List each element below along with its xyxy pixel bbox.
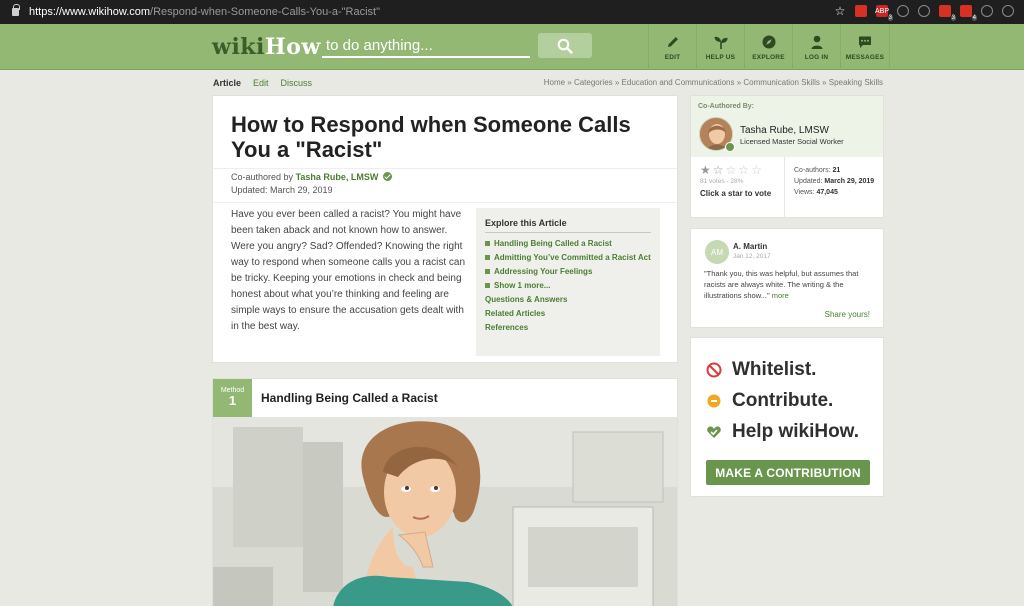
url-field[interactable]: https://www.wikihow.com/Respond-when-Som… [29,6,380,18]
nav-log-in[interactable]: LOG IN [792,24,840,70]
nav-edit[interactable]: EDIT [648,24,696,70]
search-button[interactable] [538,33,592,58]
author-link[interactable]: Tasha Rube, LMSW [296,172,379,182]
reviewer-name: A. Martin [733,242,768,251]
reviewer-avatar: AM [705,240,729,264]
divider [213,168,677,169]
article-tabs: Article Edit Discuss [213,78,312,88]
star-icon[interactable]: ☆ [751,164,762,176]
method-section: Method 1 Handling Being Called a Racist [212,378,678,606]
article-stats: Co-authors: 21 Updated: March 29, 2019 V… [794,167,875,196]
star-icon[interactable]: ☆ [738,164,749,176]
abp-icon[interactable]: ABP 3 [875,5,893,21]
explore-item[interactable]: Admitting You’ve Committed a Racist Act [485,252,651,263]
url-path: /Respond-when-Someone-Calls-You-a-"Racis… [150,6,380,18]
explore-item[interactable]: Handling Being Called a Racist [485,238,651,249]
star-icon[interactable]: ★ [700,164,711,176]
explore-show-more[interactable]: Show 1 more... [485,280,651,291]
method-illustration [213,417,677,606]
star-icon[interactable]: ☆ [726,164,737,176]
bullet-square-icon [485,269,490,274]
divider [213,202,677,203]
intro-paragraph: Have you ever been called a racist? You … [231,209,466,332]
camera-icon[interactable] [981,5,993,17]
extension-badge-icon[interactable]: 3 [939,5,956,21]
extension-toolbar: ☆ ABP 3 3 4 [834,4,1014,21]
promo-whitelist: Whitelist. [732,359,817,380]
pocket-icon[interactable] [897,5,909,17]
updated-date: Updated: March 29, 2019 [231,185,333,195]
compass-explore-icon [762,35,775,48]
breadcrumb[interactable]: Home » Categories » Education and Commun… [544,78,883,87]
coauthor-byline: Co-authored by Tasha Rube, LMSW [231,172,392,182]
contribution-promo: Whitelist. Contribute. Help wikiHow. MAK… [690,337,884,497]
heart-check-icon [707,426,721,438]
star-icon[interactable]: ☆ [713,164,724,176]
user-login-icon [811,35,822,49]
nav-messages[interactable]: MESSAGES [840,24,890,70]
method-title: Handling Being Called a Racist [261,391,438,405]
explore-link-references[interactable]: References [485,322,651,333]
explore-title: Explore this Article [485,218,651,233]
page-title: How to Respond when Someone Calls You a … [231,112,631,162]
lock-icon [12,4,20,16]
bullet-square-icon [485,283,490,288]
nav-help-us[interactable]: HELP US [696,24,744,70]
explore-item[interactable]: Addressing Your Feelings [485,266,651,277]
pencil-edit-icon [667,36,678,47]
vote-prompt: Click a star to vote [700,189,772,198]
bullet-square-icon [485,255,490,260]
expert-name[interactable]: Tasha Rube, LMSW [740,125,829,136]
star-bookmark-icon[interactable]: ☆ [834,4,846,18]
no-ads-icon [706,362,722,378]
lastpass-icon[interactable]: 4 [960,5,977,21]
review-more-link[interactable]: more [772,291,789,300]
coauthored-heading: Co-Authored By: [698,103,754,110]
coin-icon [707,394,721,408]
verified-check-icon [382,172,392,181]
promo-help: Help wikiHow. [732,421,860,442]
site-header: wikiHow EDIT HELP US EXPLORE LOG IN MESS… [0,24,1024,70]
nav-explore[interactable]: EXPLORE [744,24,792,70]
reader-review-card: AM A. Martin Jan 12, 2017 "Thank you, th… [690,228,884,328]
tab-edit[interactable]: Edit [253,78,269,88]
sprout-help-icon [714,36,727,49]
explore-link-qa[interactable]: Questions & Answers [485,294,651,305]
tab-article[interactable]: Article [213,78,241,88]
review-date: Jan 12, 2017 [733,253,771,260]
header-nav: EDIT HELP US EXPLORE LOG IN MESSAGES [648,24,890,70]
bullet-square-icon [485,241,490,246]
rating-widget: ★ ☆ ☆ ☆ ☆ 81 votes - 28% Click a star to vot… [691,157,785,219]
browser-address-bar: https://www.wikihow.com/Respond-when-Som… [0,0,1024,24]
coauthor-card: Co-Authored By: Tasha Rube, LMSW License… [690,95,884,219]
share-review-link[interactable]: Share yours! [825,310,870,319]
method-badge: Method 1 [213,379,252,417]
tab-discuss[interactable]: Discuss [281,78,313,88]
promo-contribute: Contribute. [732,390,834,411]
verified-check-icon [725,142,735,152]
url-host: https://www.wikihow.com [29,6,151,18]
article-card: How to Respond when Someone Calls You a … [212,95,678,363]
extension-red-icon[interactable] [855,5,867,17]
wikihow-logo[interactable]: wikiHow [212,34,321,60]
expert-title: Licensed Master Social Worker [740,137,844,146]
star-rating[interactable]: ★ ☆ ☆ ☆ ☆ [700,164,784,176]
vue-icon[interactable] [918,5,930,17]
chat-messages-icon [859,36,871,48]
search-input[interactable] [322,34,530,58]
explore-link-related[interactable]: Related Articles [485,308,651,319]
document-icon[interactable] [1002,5,1014,17]
explore-box: Explore this Article Handling Being Call… [476,208,660,356]
vote-count: 81 votes - 28% [700,178,744,185]
search-icon [557,38,573,54]
review-text: "Thank you, this was helpful, but assume… [704,269,859,300]
make-contribution-button[interactable]: MAKE A CONTRIBUTION [706,460,870,485]
